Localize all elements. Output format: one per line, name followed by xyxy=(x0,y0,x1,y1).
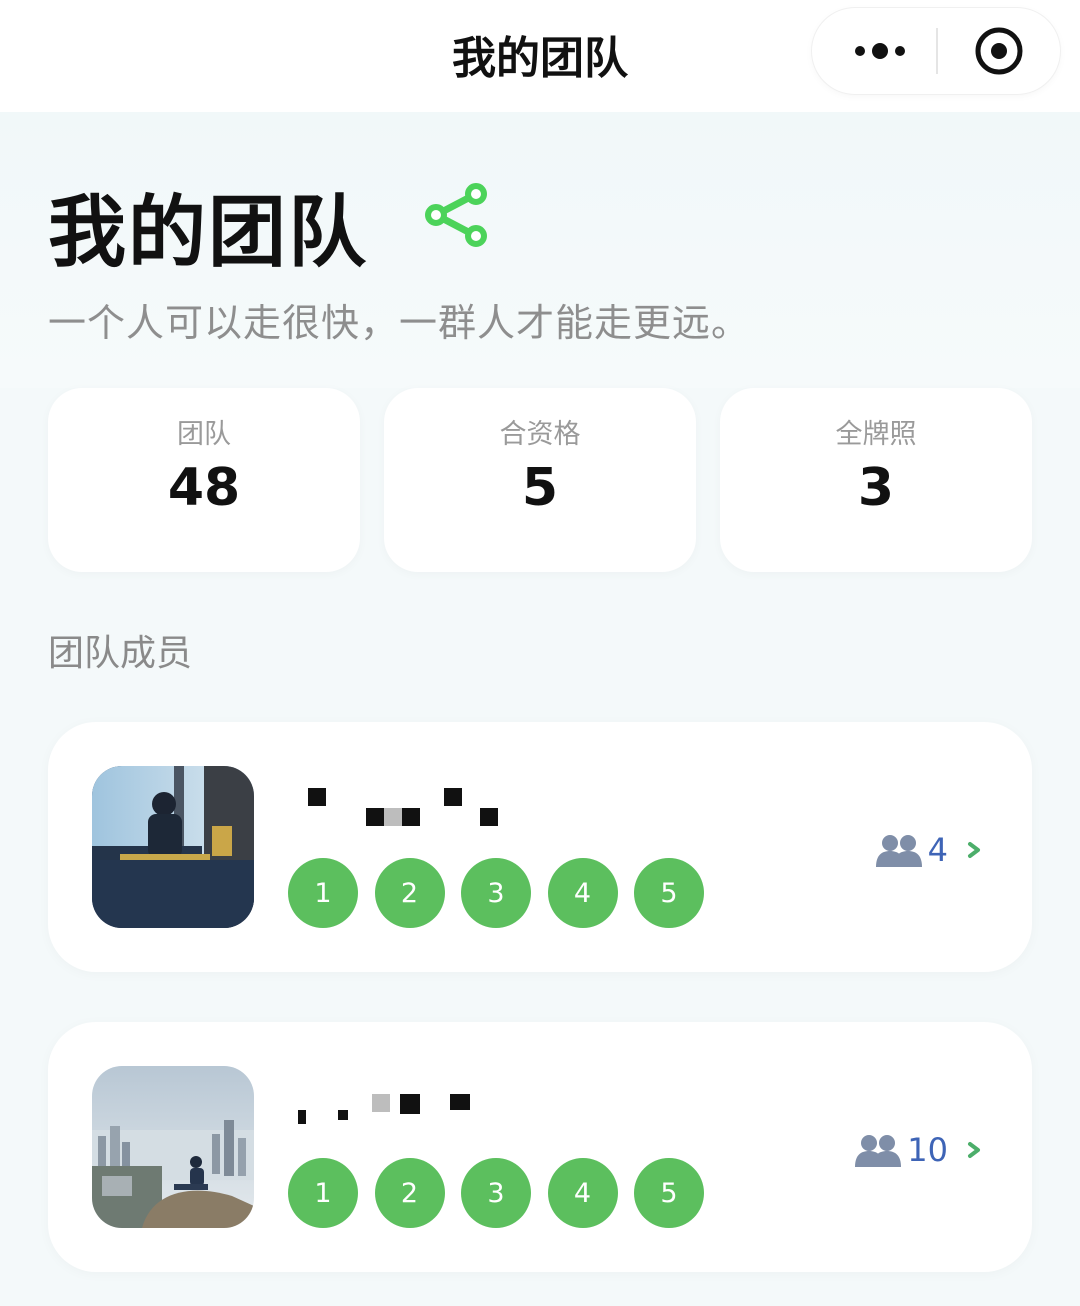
level-badges: 1 2 3 4 5 xyxy=(288,1158,721,1228)
avatar xyxy=(92,1066,254,1228)
stat-card-licensed[interactable]: 全牌照 3 xyxy=(720,388,1032,572)
members-section-title: 团队成员 xyxy=(48,633,193,674)
page-subtitle: 一个人可以走很快，一群人才能走更远。 xyxy=(48,301,751,345)
stat-card-team[interactable]: 团队 48 xyxy=(48,388,360,572)
stat-value: 5 xyxy=(521,458,559,518)
stat-value: 3 xyxy=(857,458,895,518)
page-title: 我的团队 xyxy=(48,188,369,278)
capsule-divider xyxy=(936,28,938,74)
level-badge: 5 xyxy=(634,1158,704,1228)
level-badge: 4 xyxy=(547,1158,618,1228)
level-badges: 1 2 3 4 5 xyxy=(288,858,721,928)
team-count[interactable]: 4 xyxy=(874,828,948,872)
stat-value: 48 xyxy=(167,458,241,518)
level-badge: 1 xyxy=(288,1158,358,1228)
level-badge: 4 xyxy=(547,858,618,928)
people-icon xyxy=(875,835,922,867)
more-dots-icon[interactable] xyxy=(832,8,932,94)
member-card[interactable]: 1 2 3 4 5 4 xyxy=(48,722,1032,972)
level-badge: 2 xyxy=(374,858,445,928)
member-name-redacted xyxy=(288,1080,568,1130)
team-count-value: 10 xyxy=(907,1131,948,1169)
people-icon xyxy=(855,1135,902,1167)
level-badge: 1 xyxy=(288,858,358,928)
avatar xyxy=(92,766,254,928)
miniprogram-capsule xyxy=(812,8,1060,94)
level-badge: 2 xyxy=(374,1158,445,1228)
chevron-right-icon[interactable] xyxy=(962,834,986,866)
team-count[interactable]: 10 xyxy=(853,1128,948,1172)
level-badge: 3 xyxy=(461,1158,531,1228)
target-close-icon[interactable] xyxy=(962,8,1036,94)
member-name-redacted xyxy=(288,780,568,830)
nav-bar: 我的团队 xyxy=(0,0,1080,112)
stat-card-qualified[interactable]: 合资格 5 xyxy=(384,388,696,572)
chevron-right-icon[interactable] xyxy=(962,1134,986,1166)
level-badge: 5 xyxy=(634,858,704,928)
member-card[interactable]: 1 2 3 4 5 10 xyxy=(48,1022,1032,1272)
stat-label: 团队 xyxy=(177,419,231,450)
team-count-value: 4 xyxy=(927,831,948,869)
stat-label: 合资格 xyxy=(499,419,581,450)
share-icon[interactable] xyxy=(420,180,490,250)
level-badge: 3 xyxy=(461,858,531,928)
stat-label: 全牌照 xyxy=(835,419,917,450)
